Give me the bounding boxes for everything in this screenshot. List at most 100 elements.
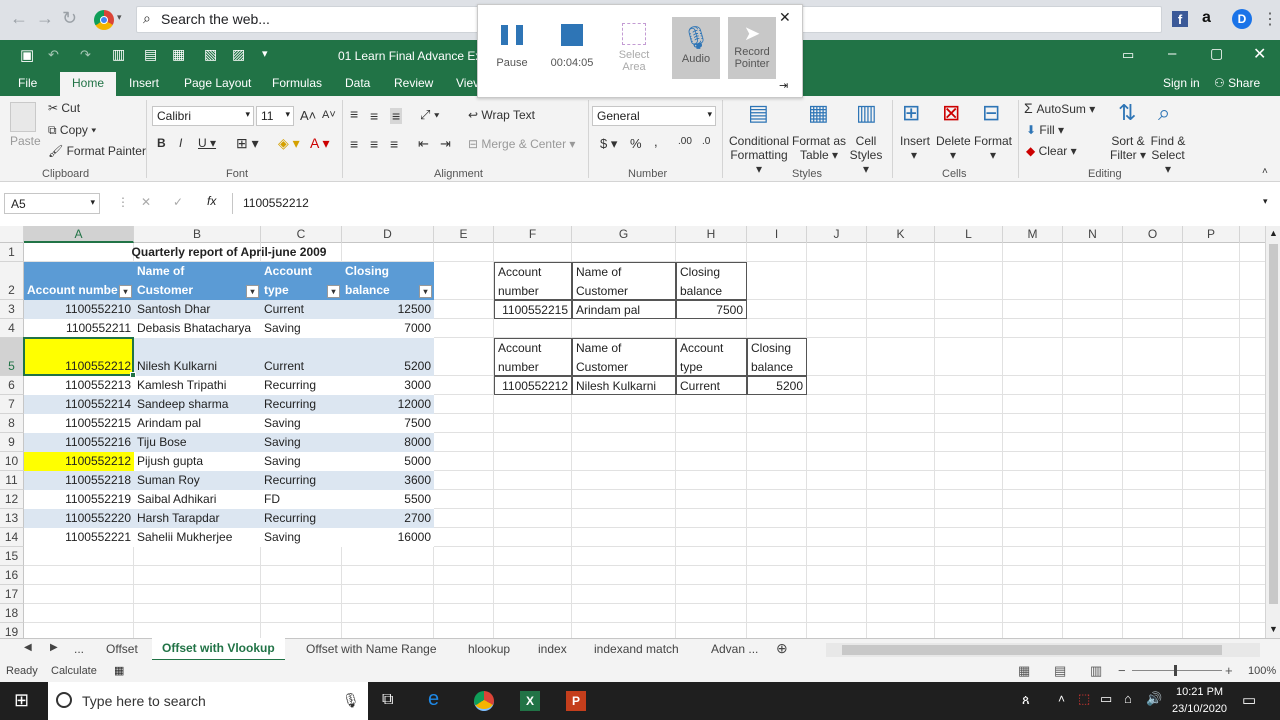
clock-time[interactable]: 10:21 PM — [1176, 686, 1223, 698]
comma-icon[interactable]: , — [654, 134, 658, 149]
battery-icon[interactable]: ▭ — [1100, 691, 1112, 707]
increase-font-icon[interactable]: A˄ — [300, 108, 316, 123]
closing-balance-cell[interactable]: 5500 — [342, 490, 434, 509]
align-bottom-icon[interactable]: ≡ — [390, 108, 403, 124]
row-header-10[interactable]: 10 — [0, 452, 24, 471]
select-area-button[interactable]: Select Area — [610, 19, 658, 73]
windows-start-icon[interactable]: ⊞ — [14, 690, 29, 711]
pin-icon[interactable]: ⇥ — [779, 79, 788, 92]
find-select-button[interactable]: Find & Select ▾ — [1148, 134, 1188, 176]
row-header-17[interactable]: 17 — [0, 585, 24, 604]
account-type-cell[interactable]: Saving — [261, 319, 342, 338]
insert-cells-button[interactable]: Insert ▾ — [900, 134, 930, 162]
closing-balance-cell[interactable]: 3000 — [342, 376, 434, 395]
format-as-table-button[interactable]: Format as Table ▾ — [792, 134, 846, 162]
profile-avatar[interactable]: D — [1232, 9, 1252, 29]
row-header-9[interactable]: 9 — [0, 433, 24, 452]
audio-button[interactable]: 🎙 Audio — [672, 17, 720, 79]
page-break-view-icon[interactable]: ▥ — [1090, 663, 1102, 679]
microphone-icon[interactable]: 🎙 — [342, 692, 360, 709]
zoom-out-icon[interactable]: − — [1118, 663, 1126, 678]
name-box[interactable]: A5 ▾ — [4, 193, 100, 214]
account-number-cell[interactable]: 1100552216 — [24, 433, 134, 452]
vertical-scrollbar[interactable]: ▲ ▼ — [1265, 226, 1280, 638]
delete-cells-button[interactable]: Delete ▾ — [936, 134, 971, 162]
account-type-cell[interactable]: FD — [261, 490, 342, 509]
increase-indent-icon[interactable]: ⇥ — [440, 136, 451, 152]
format-cells-button[interactable]: Format ▾ — [974, 134, 1012, 162]
copy-button[interactable]: ⧉ Copy ▾ — [48, 123, 96, 138]
row-header-16[interactable]: 16 — [0, 566, 24, 585]
chrome-taskbar-icon[interactable] — [474, 691, 494, 711]
column-header-D[interactable]: D — [342, 226, 434, 243]
close-icon[interactable]: ✕ — [1253, 44, 1266, 64]
lookup2-header-cell[interactable]: Closing balance — [747, 338, 807, 376]
customer-name-cell[interactable]: Arindam pal — [134, 414, 261, 433]
row-header-1[interactable]: 1 — [0, 243, 24, 262]
column-header-P[interactable]: P — [1183, 226, 1240, 243]
align-middle-icon[interactable]: ≡ — [370, 108, 378, 124]
sheet-tab[interactable]: index — [538, 642, 567, 656]
fill-handle[interactable] — [130, 372, 136, 378]
stop-button[interactable]: 00:04:05 — [548, 19, 596, 69]
borders-icon[interactable]: ⊞ ▾ — [236, 135, 259, 152]
cut-button[interactable]: ✂ Cut — [48, 101, 80, 115]
row-header-18[interactable]: 18 — [0, 604, 24, 623]
normal-view-icon[interactable]: ▦ — [1018, 663, 1030, 679]
align-right-icon[interactable]: ≡ — [390, 136, 398, 152]
formula-input[interactable]: 1100552212 — [232, 193, 1260, 214]
orientation-icon[interactable]: ⤢ ▾ — [420, 107, 439, 123]
merge-center-button[interactable]: ⊟ Merge & Center ▾ — [468, 137, 575, 151]
closing-balance-cell[interactable]: 7000 — [342, 319, 434, 338]
volume-icon[interactable]: 🔊 — [1146, 691, 1162, 707]
quick-access-icon[interactable]: ▤ — [144, 46, 157, 63]
redo-icon[interactable]: ↷ — [80, 47, 91, 63]
column-header-G[interactable]: G — [572, 226, 676, 243]
worksheet-grid[interactable]: 1 2 3 4 5 6 7 8 9 10 11 12 13 14 15 16 17 18 19 Quarterly r… — [0, 243, 1265, 638]
customer-name-cell[interactable]: Sandeep sharma — [134, 395, 261, 414]
sheet-tab-more[interactable]: ... — [74, 642, 84, 656]
align-top-icon[interactable]: ≡ — [350, 106, 358, 122]
record-pointer-button[interactable]: ➤ Record Pointer — [728, 17, 776, 79]
account-number-cell[interactable]: 1100552214 — [24, 395, 134, 414]
save-icon[interactable]: ▣ — [20, 46, 34, 64]
customer-name-cell[interactable]: Debasis Bhatacharya — [134, 319, 261, 338]
report-title-cell[interactable]: Quarterly report of April-june 2009 — [24, 243, 434, 262]
table-header-cell[interactable]: Name of Customer ▾ — [134, 262, 261, 300]
row-header-14[interactable]: 14 — [0, 528, 24, 547]
scroll-down-icon[interactable]: ▼ — [1269, 624, 1278, 634]
font-name-combo[interactable]: Calibri ▾ — [152, 106, 254, 126]
account-type-cell[interactable]: Saving — [261, 433, 342, 452]
share-button[interactable]: ⚇ Share — [1214, 76, 1260, 90]
account-number-cell[interactable]: 1100552210 — [24, 300, 134, 319]
tray-chevron-icon[interactable]: ˄ — [1058, 692, 1065, 706]
account-type-cell[interactable]: Recurring — [261, 376, 342, 395]
macro-record-icon[interactable]: ▦ — [114, 664, 124, 677]
closing-balance-cell[interactable]: 3600 — [342, 471, 434, 490]
column-header-C[interactable]: C — [261, 226, 342, 243]
ribbon-display-icon[interactable]: ▭ — [1122, 47, 1134, 63]
tab-file[interactable]: File — [18, 76, 37, 90]
row-header-7[interactable]: 7 — [0, 395, 24, 414]
tab-formulas[interactable]: Formulas — [272, 76, 322, 90]
table-header-cell[interactable]: Closing balance ▾ — [342, 262, 434, 300]
tray-app-icon[interactable]: ⬚ — [1078, 691, 1090, 707]
row-header-5[interactable]: 5 — [0, 338, 24, 376]
close-recorder-icon[interactable]: ✕ — [779, 9, 791, 26]
account-number-cell[interactable]: 1100552218 — [24, 471, 134, 490]
zoom-in-icon[interactable]: + — [1225, 663, 1233, 678]
cell-styles-button[interactable]: Cell Styles ▾ — [846, 134, 886, 176]
underline-button[interactable]: U ▾ — [198, 136, 216, 150]
increase-decimal-icon[interactable]: .00 — [678, 136, 692, 147]
undo-icon[interactable]: ↶ — [48, 47, 59, 63]
lookup1-header-cell[interactable]: Closing balance — [676, 262, 747, 300]
zoom-slider[interactable] — [1132, 670, 1222, 671]
taskbar-search[interactable]: Type here to search 🎙 — [48, 682, 368, 720]
maximize-icon[interactable]: ▢ — [1210, 45, 1223, 62]
fill-button[interactable]: ⬇ Fill ▾ — [1026, 123, 1064, 137]
zoom-slider-thumb[interactable] — [1174, 665, 1177, 676]
lookup1-value-cell[interactable]: 1100552215 — [494, 300, 572, 319]
row-header-13[interactable]: 13 — [0, 509, 24, 528]
row-header-8[interactable]: 8 — [0, 414, 24, 433]
horizontal-scroll-thumb[interactable] — [842, 645, 1222, 655]
